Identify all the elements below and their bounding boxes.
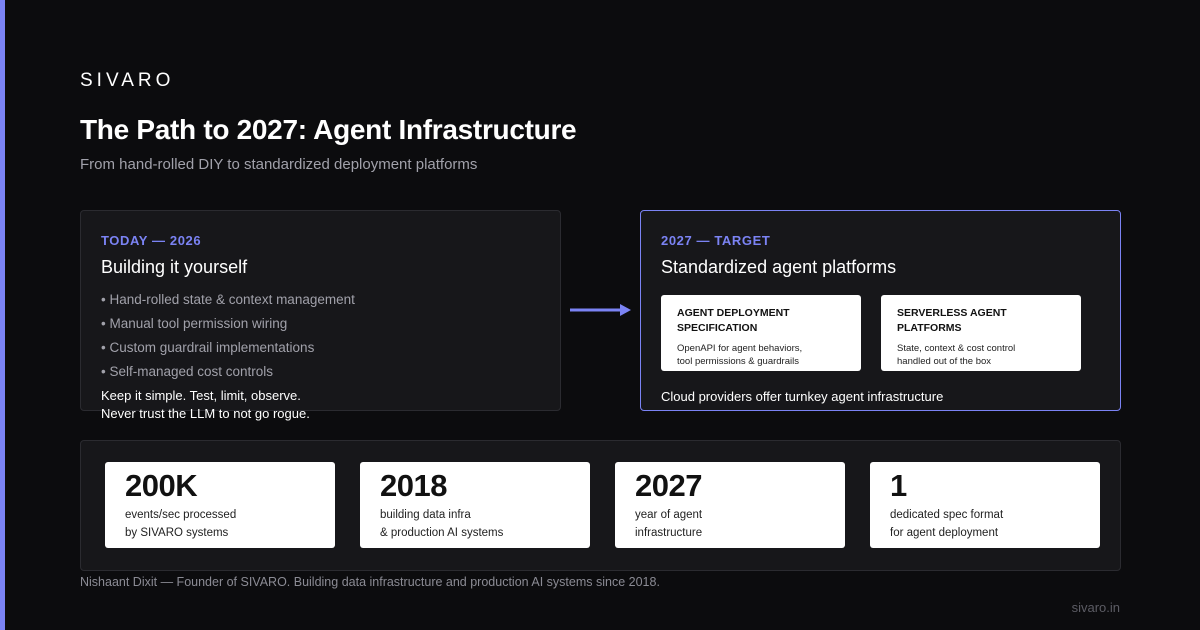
spec-box-title: SERVERLESS AGENT PLATFORMS [897,306,1065,336]
stat-card: 2018 building data infra & production AI… [360,462,590,548]
target-card: 2027 — TARGET Standardized agent platfor… [640,210,1121,411]
today-bullet: • Custom guardrail implementations [101,340,315,355]
spec-box-serverless: SERVERLESS AGENT PLATFORMS State, contex… [881,295,1081,371]
stat-value: 2018 [380,468,447,503]
today-bullet: • Hand-rolled state & context management [101,292,355,307]
stat-label: events/sec processed by SIVARO systems [125,506,315,542]
stat-value: 1 [890,468,907,503]
page-title: The Path to 2027: Agent Infrastructure [80,114,577,145]
target-footer: Cloud providers offer turnkey agent infr… [661,389,944,404]
today-bullet-list: • Hand-rolled state & context management… [101,291,355,387]
stat-value: 200K [125,468,198,503]
spec-box-title: AGENT DEPLOYMENT SPECIFICATION [677,306,845,336]
stat-value: 2027 [635,468,702,503]
target-eyebrow: 2027 — TARGET [661,233,771,248]
today-bullet: • Self-managed cost controls [101,364,274,379]
stat-card: 2027 year of agent infrastructure [615,462,845,548]
stat-label-line: building data infra [380,509,471,521]
brand-logo: SIVARO [80,70,175,91]
spec-box-deployment: AGENT DEPLOYMENT SPECIFICATION OpenAPI f… [661,295,861,371]
today-note-line: Keep it simple. Test, limit, observe. [101,388,301,403]
today-card-title: Building it yourself [101,257,248,277]
page-subtitle: From hand-rolled DIY to standardized dep… [80,156,478,173]
spec-box-title-line: AGENT DEPLOYMENT [677,307,790,319]
today-note: Keep it simple. Test, limit, observe. Ne… [101,387,421,423]
spec-box-title-line: PLATFORMS [897,322,962,334]
site-url[interactable]: sivaro.in [1072,600,1120,615]
stat-label-line: dedicated spec format [890,509,1004,521]
stat-label-line: by SIVARO systems [125,527,229,539]
today-note-line: Never trust the LLM to not go rogue. [101,406,310,421]
spec-box-desc-line: State, context & cost control [897,343,1016,354]
stat-card: 200K events/sec processed by SIVARO syst… [105,462,335,548]
today-eyebrow: TODAY — 2026 [101,233,202,248]
arrow-right-icon [570,304,631,316]
stat-label-line: for agent deployment [890,527,999,539]
stats-panel: 200K events/sec processed by SIVARO syst… [80,440,1121,571]
stat-card: 1 dedicated spec format for agent deploy… [870,462,1100,548]
spec-box-desc-line: handled out of the box [897,356,992,367]
stat-label: year of agent infrastructure [635,506,825,542]
today-bullet: • Manual tool permission wiring [101,316,288,331]
spec-box-desc: State, context & cost control handled ou… [897,342,1065,368]
today-card: TODAY — 2026 Building it yourself • Hand… [80,210,561,421]
spec-box-title-line: SPECIFICATION [677,322,758,334]
author-footer-note: Nishaant Dixit — Founder of SIVARO. Buil… [80,575,660,589]
stat-label: building data infra & production AI syst… [380,506,570,542]
spec-box-desc-line: tool permissions & guardrails [677,356,799,367]
stat-label-line: year of agent [635,509,703,521]
spec-box-title-line: SERVERLESS AGENT [897,307,1007,319]
stat-label: dedicated spec format for agent deployme… [890,506,1080,542]
accent-bar [0,0,5,630]
stat-label-line: events/sec processed [125,509,237,521]
stat-label-line: & production AI systems [380,527,504,539]
spec-box-desc: OpenAPI for agent behaviors, tool permis… [677,342,845,368]
stat-label-line: infrastructure [635,527,703,539]
spec-box-desc-line: OpenAPI for agent behaviors, [677,343,803,354]
target-card-title: Standardized agent platforms [661,257,897,277]
